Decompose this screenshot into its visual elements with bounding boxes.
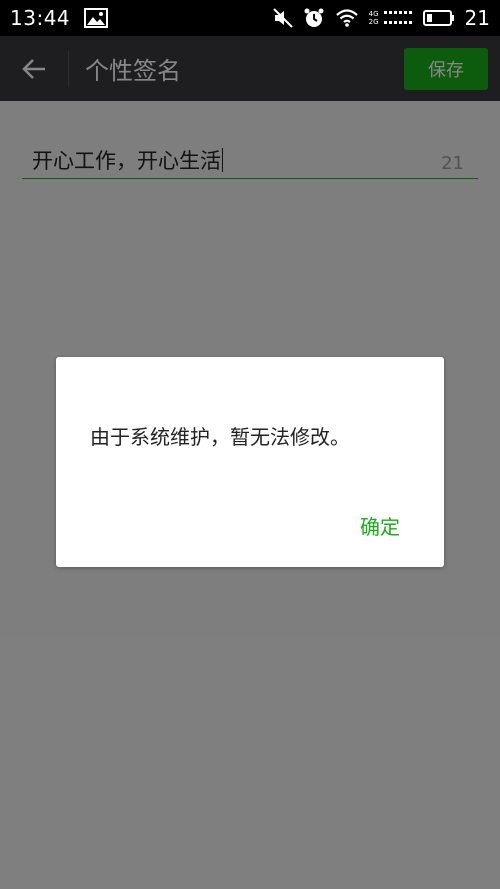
wifi-icon [335, 8, 359, 28]
mute-icon [272, 8, 293, 28]
alarm-icon [303, 7, 325, 29]
battery-icon [422, 9, 455, 27]
status-bar: 13:44 4G 2G 21 [0, 0, 500, 36]
alert-dialog: 由于系统维护，暂无法修改。 确定 [56, 357, 444, 567]
dialog-message: 由于系统维护，暂无法修改。 [90, 425, 350, 449]
battery-level: 21 [464, 6, 490, 30]
network-type-labels: 4G 2G [368, 10, 379, 26]
dialog-confirm-button[interactable]: 确定 [360, 511, 400, 540]
status-time: 13:44 [10, 6, 71, 30]
signal-icon [383, 8, 413, 28]
image-icon [84, 8, 109, 28]
